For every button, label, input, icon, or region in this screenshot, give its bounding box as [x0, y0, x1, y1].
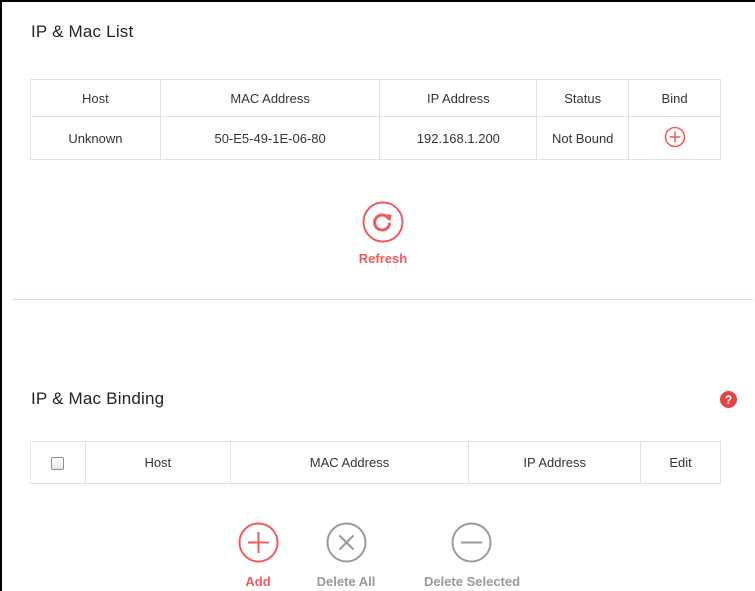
- column-header-ip-address: IP Address: [379, 79, 538, 117]
- delete-all-button[interactable]: [326, 522, 367, 563]
- ip-mac-list-title: IP & Mac List: [31, 22, 134, 41]
- section-divider: [12, 299, 753, 300]
- column-header-edit: Edit: [640, 441, 721, 484]
- help-glyph: ?: [724, 392, 733, 407]
- host-cell: Unknown: [30, 116, 161, 160]
- table-header-row: Host MAC Address IP Address Edit: [30, 441, 721, 484]
- refresh-label[interactable]: Refresh: [343, 251, 423, 266]
- plus-circle-icon: [238, 522, 279, 563]
- select-all-checkbox[interactable]: [51, 457, 65, 471]
- ip-mac-binding-title: IP & Mac Binding: [31, 389, 165, 408]
- column-header-mac-address: MAC Address: [229, 441, 470, 484]
- refresh-icon: [362, 201, 404, 243]
- bind-cell: [628, 116, 721, 160]
- minus-circle-icon: [451, 522, 492, 563]
- table-header-row: Host MAC Address IP Address Status Bind: [30, 79, 721, 117]
- select-all-cell: [30, 441, 86, 484]
- plus-circle-icon: [664, 126, 685, 147]
- add-label[interactable]: Add: [228, 574, 288, 589]
- column-header-host: Host: [84, 441, 231, 484]
- delete-selected-button[interactable]: [451, 522, 492, 563]
- column-header-ip-address: IP Address: [468, 441, 642, 484]
- ip-mac-list-table: Host MAC Address IP Address Status Bind …: [30, 79, 721, 160]
- refresh-button[interactable]: [362, 201, 404, 243]
- delete-all-label[interactable]: Delete All: [301, 574, 391, 589]
- column-header-bind: Bind: [628, 79, 721, 117]
- column-header-status: Status: [536, 79, 630, 117]
- delete-selected-label[interactable]: Delete Selected: [406, 574, 538, 589]
- add-button[interactable]: [238, 522, 279, 563]
- ip-address-cell: 192.168.1.200: [379, 116, 538, 160]
- mac-address-cell: 50-E5-49-1E-06-80: [159, 116, 381, 160]
- column-header-host: Host: [30, 79, 161, 117]
- x-circle-icon: [326, 522, 367, 563]
- status-cell: Not Bound: [536, 116, 630, 160]
- ip-mac-binding-table: Host MAC Address IP Address Edit: [30, 441, 721, 484]
- bind-button[interactable]: [664, 126, 686, 151]
- table-row: Unknown 50-E5-49-1E-06-80 192.168.1.200 …: [30, 116, 721, 160]
- column-header-mac-address: MAC Address: [159, 79, 381, 117]
- help-icon[interactable]: ?: [720, 391, 737, 408]
